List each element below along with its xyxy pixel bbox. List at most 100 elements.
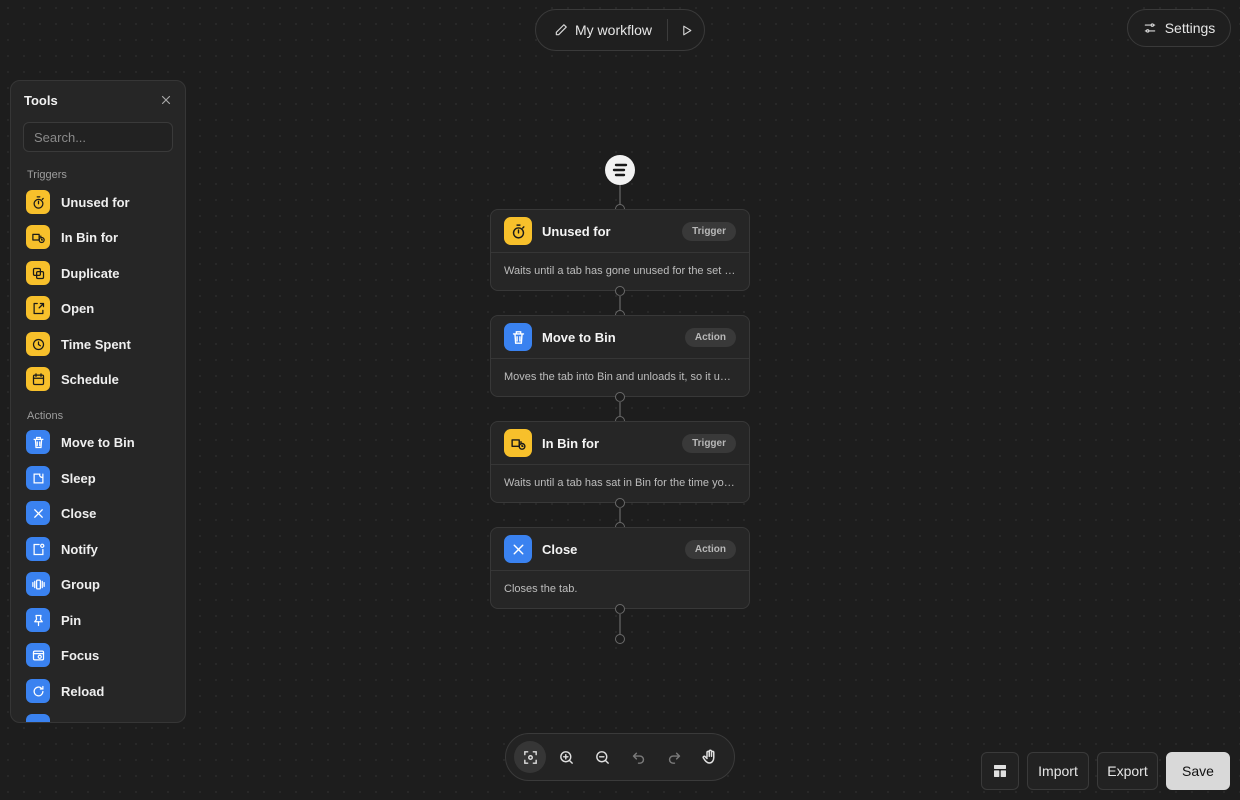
stopwatch-icon bbox=[504, 217, 532, 245]
redo-button[interactable] bbox=[658, 741, 690, 773]
undo-button[interactable] bbox=[622, 741, 654, 773]
tool-label: Group bbox=[61, 576, 100, 592]
node-type-badge: Action bbox=[684, 328, 736, 347]
save-button[interactable]: Save bbox=[1166, 752, 1230, 790]
open-arrow-icon bbox=[26, 296, 50, 320]
notify-icon bbox=[26, 537, 50, 561]
pan-button[interactable] bbox=[694, 741, 726, 773]
layout-button[interactable] bbox=[981, 752, 1019, 790]
node-type-badge: Trigger bbox=[682, 222, 736, 241]
node-description: Closes the tab. bbox=[504, 583, 578, 595]
tool-label: Close bbox=[61, 505, 97, 521]
tool-label: Reload bbox=[61, 683, 105, 699]
tool-label: Sleep bbox=[61, 470, 96, 486]
triggers-section-label: Triggers bbox=[27, 169, 67, 181]
truck-clock-icon bbox=[26, 225, 50, 249]
play-icon bbox=[680, 24, 693, 37]
tool-item-close[interactable]: Close bbox=[26, 499, 176, 527]
node-type-badge: Action bbox=[684, 540, 736, 559]
node-title: Close bbox=[542, 541, 578, 557]
tool-item-notify[interactable]: Notify bbox=[26, 535, 176, 563]
pencil-icon bbox=[554, 23, 568, 37]
actions-section-label: Actions bbox=[27, 410, 64, 422]
run-button[interactable] bbox=[668, 10, 704, 50]
tool-item-move-to-bin[interactable]: Move to Bin bbox=[26, 428, 176, 456]
tool-label: Pin bbox=[61, 612, 82, 628]
node-title: Unused for bbox=[542, 223, 611, 239]
export-button[interactable]: Export bbox=[1097, 752, 1158, 790]
settings-label: Settings bbox=[1164, 20, 1216, 36]
close-x-icon bbox=[504, 535, 532, 563]
trash-icon bbox=[504, 323, 532, 351]
tools-panel: Tools Triggers Unused for In Bin for Dup… bbox=[10, 80, 186, 723]
node-header: Unused for Trigger bbox=[491, 210, 749, 253]
tool-item-focus[interactable]: Focus bbox=[26, 641, 176, 669]
undo-icon bbox=[630, 749, 647, 766]
partial-tool-icon bbox=[26, 714, 50, 722]
fit-view-button[interactable] bbox=[514, 741, 546, 773]
connector-line bbox=[619, 185, 621, 205]
close-icon[interactable] bbox=[159, 93, 173, 107]
node-header: Close Action bbox=[491, 528, 749, 571]
settings-button[interactable]: Settings bbox=[1127, 9, 1231, 47]
connector-line bbox=[619, 295, 621, 310]
tool-item-time-spent[interactable]: Time Spent bbox=[26, 330, 176, 358]
zoom-out-icon bbox=[594, 749, 611, 766]
node-description: Moves the tab into Bin and unloads it, s… bbox=[504, 371, 736, 383]
duplicate-icon bbox=[26, 261, 50, 285]
flow-node-move-to-bin[interactable]: Move to Bin Action Moves the tab into Bi… bbox=[490, 315, 750, 397]
tool-item-in-bin-for[interactable]: In Bin for bbox=[26, 223, 176, 251]
tool-item-sleep[interactable]: Sleep bbox=[26, 464, 176, 492]
tool-label: Focus bbox=[61, 647, 100, 663]
close-x-icon bbox=[26, 501, 50, 525]
sliders-icon bbox=[1143, 21, 1157, 35]
pin-icon bbox=[26, 608, 50, 632]
workflow-title-button[interactable]: My workflow bbox=[536, 10, 667, 50]
tool-item-duplicate[interactable]: Duplicate bbox=[26, 259, 176, 287]
connector-line bbox=[619, 613, 621, 634]
node-description: Waits until a tab has gone unused for th… bbox=[504, 265, 736, 277]
tool-item-group[interactable]: Group bbox=[26, 570, 176, 598]
tool-item-schedule[interactable]: Schedule bbox=[26, 365, 176, 393]
tool-item-open[interactable]: Open bbox=[26, 294, 176, 322]
truck-clock-icon bbox=[504, 429, 532, 457]
flow-node-unused-for[interactable]: Unused for Trigger Waits until a tab has… bbox=[490, 209, 750, 291]
start-node-icon[interactable] bbox=[605, 155, 635, 185]
tool-label: Unused for bbox=[61, 194, 130, 210]
flow-node-close[interactable]: Close Action Closes the tab. bbox=[490, 527, 750, 609]
tool-label: Duplicate bbox=[61, 265, 120, 281]
node-title: In Bin for bbox=[542, 435, 600, 451]
node-type-badge: Trigger bbox=[682, 434, 736, 453]
trash-icon bbox=[26, 430, 50, 454]
tools-search-input[interactable] bbox=[23, 122, 173, 152]
connector-line bbox=[619, 401, 621, 416]
connector-port[interactable] bbox=[615, 634, 625, 644]
zoom-out-button[interactable] bbox=[586, 741, 618, 773]
tool-item-partial bbox=[26, 712, 176, 722]
tool-label: Time Spent bbox=[61, 336, 131, 352]
flow-node-in-bin-for[interactable]: In Bin for Trigger Waits until a tab has… bbox=[490, 421, 750, 503]
calendar-icon bbox=[26, 367, 50, 391]
zoom-in-button[interactable] bbox=[550, 741, 582, 773]
node-header: In Bin for Trigger bbox=[491, 422, 749, 465]
sleep-icon bbox=[26, 466, 50, 490]
tool-item-reload[interactable]: Reload bbox=[26, 677, 176, 705]
tool-label: Move to Bin bbox=[61, 434, 135, 450]
node-description: Waits until a tab has sat in Bin for the… bbox=[504, 477, 736, 489]
redo-icon bbox=[666, 749, 683, 766]
tool-label: Schedule bbox=[61, 371, 119, 387]
stopwatch-icon bbox=[26, 190, 50, 214]
tool-label: Open bbox=[61, 300, 95, 316]
tools-title: Tools bbox=[24, 93, 58, 108]
hand-icon bbox=[701, 748, 719, 766]
tool-item-pin[interactable]: Pin bbox=[26, 606, 176, 634]
tool-label: In Bin for bbox=[61, 229, 119, 245]
tool-item-unused-for[interactable]: Unused for bbox=[26, 188, 176, 216]
import-button[interactable]: Import bbox=[1027, 752, 1089, 790]
layout-icon bbox=[992, 763, 1008, 779]
node-title: Move to Bin bbox=[542, 329, 616, 345]
workflow-title: My workflow bbox=[575, 22, 653, 38]
fit-view-icon bbox=[522, 749, 539, 766]
zoom-in-icon bbox=[558, 749, 575, 766]
focus-icon bbox=[26, 643, 50, 667]
